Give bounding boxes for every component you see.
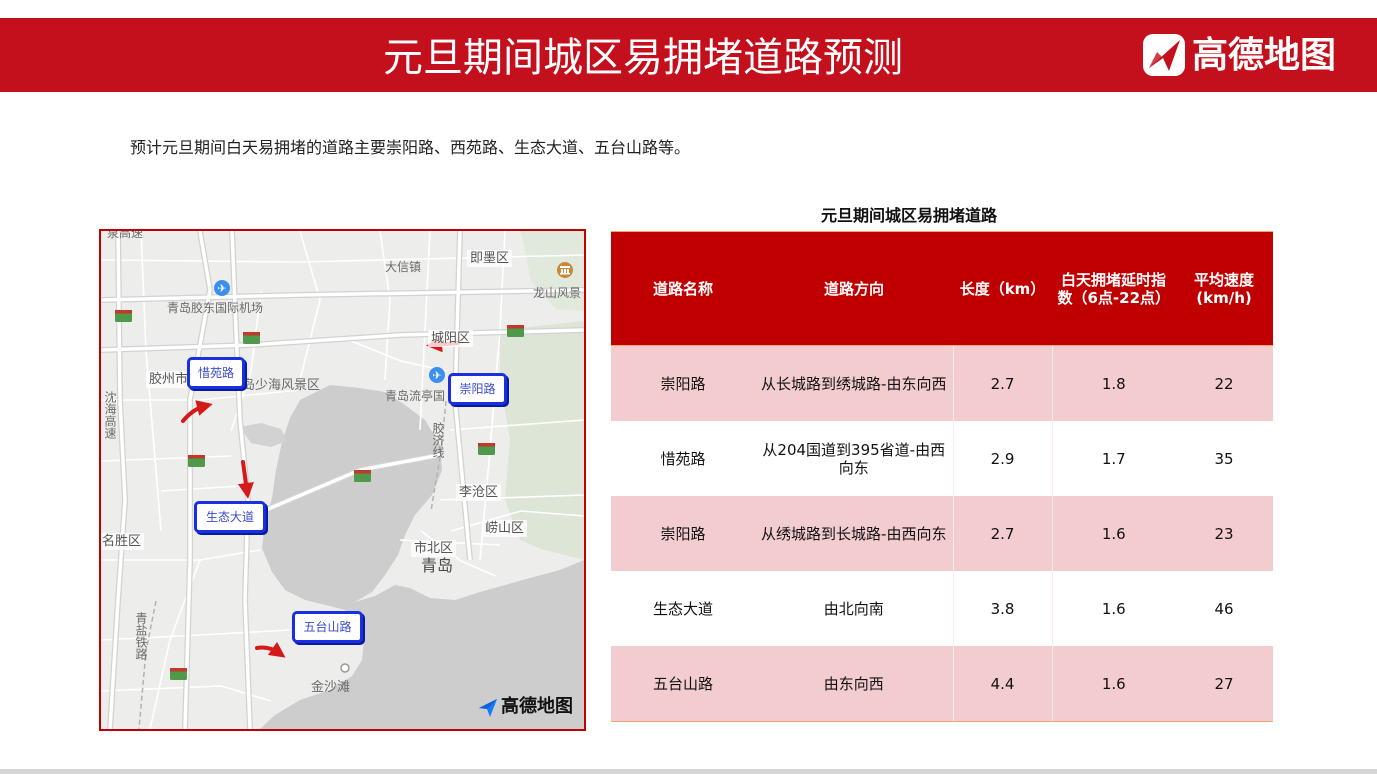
map-label-liuting: 青岛流亭国 <box>385 389 446 403</box>
road-tag-chongyang: 崇阳路 <box>448 373 507 405</box>
cell-speed: 27 <box>1175 646 1273 722</box>
table-row: 生态大道 由北向南 3.8 1.6 46 <box>611 571 1273 646</box>
map-label-expressway: 泉高速 <box>107 229 144 240</box>
brand-logo-text: 高德地图 <box>1192 35 1337 76</box>
map-label-shenhai: 沈海高速 <box>103 391 117 439</box>
cell-speed: 35 <box>1214 449 1234 468</box>
summary-text: 预计元旦期间白天易拥堵的道路主要崇阳路、西苑路、生态大道、五台山路等。 <box>130 138 691 157</box>
map-label-qingyan: 青盐铁路 <box>134 612 148 660</box>
table-title: 元旦期间城区易拥堵道路 <box>820 206 997 225</box>
amap-logo-icon <box>479 699 497 717</box>
map-label-scenic: 名胜区 <box>101 533 145 550</box>
map-label-jiaodong-airport: 青岛胶东国际机场 <box>167 301 264 315</box>
map-label-daxin: 大信镇 <box>385 260 422 274</box>
map-label-jiaozhou: 胶州市 <box>146 371 192 388</box>
svg-text:✈: ✈ <box>432 369 441 382</box>
map-label-qingdao: 青岛 <box>421 556 454 575</box>
museum-icon <box>557 262 573 278</box>
cell-road: 崇阳路 <box>611 345 755 421</box>
table-header-row: 道路名称 道路方向 长度（km） 白天拥堵延时指数（6点-22点） 平均速度(k… <box>611 231 1273 346</box>
page-title: 元旦期间城区易拥堵道路预测 <box>383 35 903 81</box>
col-header-speed: 平均速度(km/h) <box>1175 231 1273 346</box>
map-label-jimo: 即墨区 <box>467 250 513 267</box>
cell-road: 五台山路 <box>611 646 755 722</box>
cell-road: 崇阳路 <box>611 496 755 571</box>
road-tag-wutaishan: 五台山路 <box>292 611 363 643</box>
airport-icon: ✈ <box>214 280 230 296</box>
amap-logo-icon <box>1143 34 1185 76</box>
cell-direction: 由北向南 <box>823 599 884 618</box>
cell-direction: 从绣城路到长城路-由西向东 <box>755 496 953 571</box>
table-row: 惜苑路 从204国道到395省道-由西向东 2.9 1.7 35 <box>611 421 1273 496</box>
map-logo-text: 高德地图 <box>501 696 573 717</box>
airport-icon: ✈ <box>429 367 445 383</box>
map-label-shaohai: 岛少海风景区 <box>242 378 321 393</box>
cell-delay-index: 1.7 <box>1051 421 1175 496</box>
map-label-chengyang: 城阳区 <box>428 330 474 347</box>
cell-speed: 22 <box>1175 345 1273 421</box>
cell-road: 惜苑路 <box>660 449 706 468</box>
cell-length: 2.7 <box>952 345 1052 421</box>
road-tag-shengtai: 生态大道 <box>194 501 266 533</box>
cell-length: 3.8 <box>952 571 1052 646</box>
cell-delay-index: 1.8 <box>1051 345 1175 421</box>
cell-delay-index: 1.6 <box>1051 646 1175 722</box>
map-label-licang: 李沧区 <box>456 484 502 501</box>
cell-direction: 从204国道到395省道-由西向东 <box>762 440 946 477</box>
cell-direction: 从长城路到绣城路-由东向西 <box>755 345 953 421</box>
table-row: 崇阳路 从长城路到绣城路-由东向西 2.7 1.8 22 <box>611 345 1273 421</box>
cell-delay-index: 1.6 <box>1051 571 1175 646</box>
col-header-direction: 道路方向 <box>755 231 953 346</box>
poi-marker-icon <box>340 663 350 673</box>
title-banner: 元旦期间城区易拥堵道路预测 高德地图 <box>0 18 1377 92</box>
table-row: 崇阳路 从绣城路到长城路-由西向东 2.7 1.6 23 <box>611 496 1273 571</box>
cell-length: 2.9 <box>952 421 1052 496</box>
cell-road: 生态大道 <box>652 599 713 618</box>
congestion-table: 道路名称 道路方向 长度（km） 白天拥堵延时指数（6点-22点） 平均速度(k… <box>611 231 1273 722</box>
slide-bottom-edge <box>0 769 1377 774</box>
cell-length: 2.7 <box>952 496 1052 571</box>
col-header-road: 道路名称 <box>611 231 755 346</box>
svg-text:✈: ✈ <box>217 282 226 295</box>
map-label-jinshatan: 金沙滩 <box>311 680 351 695</box>
cell-delay-index: 1.6 <box>1051 496 1175 571</box>
congestion-map: ✈ ✈ 泉高速 大信镇 即墨区 龙山风景 青岛胶东国际机场 城阳区 胶州市 岛少… <box>99 229 586 731</box>
cell-direction: 由东向西 <box>755 646 953 722</box>
col-header-delay-index: 白天拥堵延时指数（6点-22点） <box>1052 231 1175 346</box>
map-label-laoshan: 崂山区 <box>482 520 528 537</box>
cell-length: 4.4 <box>952 646 1052 722</box>
map-label-shibei: 市北区 <box>411 540 457 557</box>
map-label-jiaoji: 胶济线 <box>431 422 445 458</box>
table-row: 五台山路 由东向西 4.4 1.6 27 <box>611 646 1273 722</box>
cell-speed: 46 <box>1214 599 1234 618</box>
map-label-longshan: 龙山风景 <box>533 286 582 300</box>
cell-speed: 23 <box>1175 496 1273 571</box>
col-header-length: 长度（km） <box>953 231 1052 346</box>
road-tag-xiyuan: 惜苑路 <box>187 357 245 389</box>
